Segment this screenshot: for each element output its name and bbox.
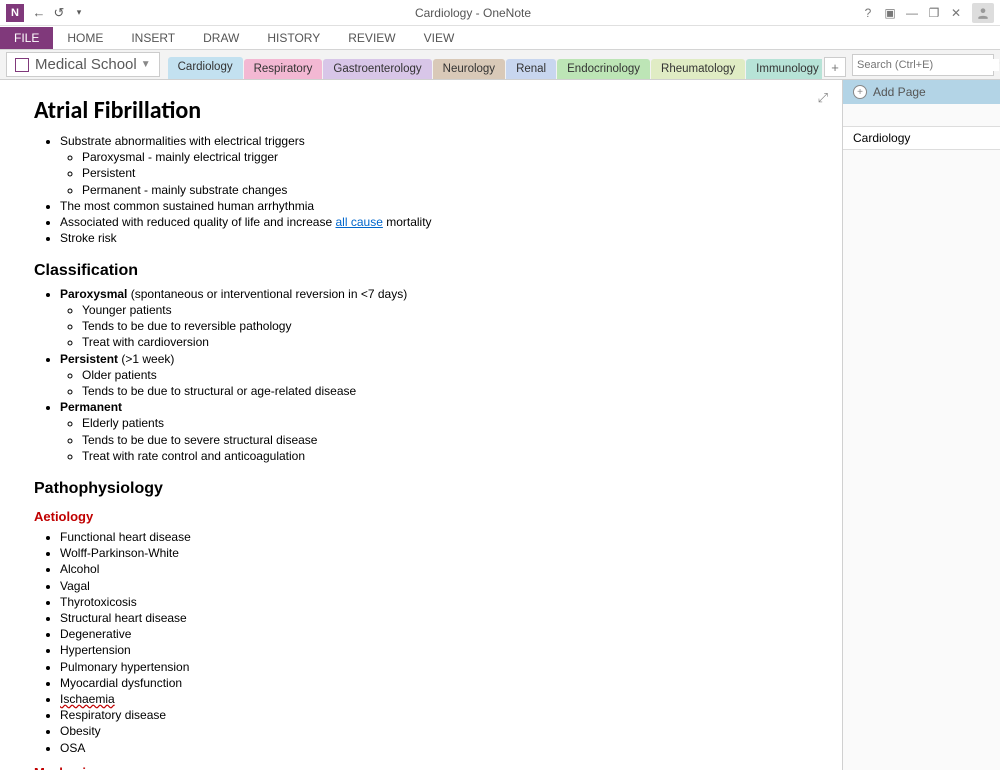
workspace: ⤢ Atrial Fibrillation Substrate abnormal… — [0, 80, 1000, 770]
note-text: The most common sustained human arrhythm… — [60, 198, 814, 214]
section-tab-gastroenterology[interactable]: Gastroenterology — [323, 59, 431, 79]
title-bar: N ← ↺ ▾ Cardiology - OneNote ? ▣ — ❐ ✕ — [0, 0, 1000, 26]
section-tab-rheumatology[interactable]: Rheumatology — [651, 59, 745, 79]
note-text: Persistent (>1 week) Older patients Tend… — [60, 351, 814, 400]
note-text: Obesity — [60, 723, 814, 739]
add-page-button[interactable]: + Add Page — [843, 80, 1000, 104]
note-text: Younger patients — [82, 302, 814, 318]
heading-mechanisms: Mechanisms — [34, 764, 814, 770]
back-button[interactable]: ← — [30, 4, 48, 22]
ribbon-tab-history[interactable]: HISTORY — [253, 27, 334, 49]
window-title: Cardiology - OneNote — [90, 6, 856, 20]
note-text: Permanent - mainly substrate changes — [82, 182, 814, 198]
notebook-bar: Medical School ▼ Cardiology Respiratory … — [0, 50, 1000, 80]
section-tab-respiratory[interactable]: Respiratory — [244, 59, 323, 79]
close-button[interactable]: ✕ — [946, 4, 966, 22]
ribbon-tab-draw[interactable]: DRAW — [189, 27, 253, 49]
plus-icon: + — [853, 85, 867, 99]
note-text: Substrate abnormalities with electrical … — [60, 134, 305, 148]
expand-icon[interactable]: ⤢ — [818, 90, 828, 106]
note-text: Alcohol — [60, 561, 814, 577]
notebook-name: Medical School — [35, 56, 137, 73]
chevron-down-icon: ▼ — [141, 59, 151, 70]
page-title[interactable]: Atrial Fibrillation — [34, 96, 814, 125]
fullscreen-button[interactable]: ▣ — [880, 4, 900, 22]
note-text: Tends to be due to structural or age-rel… — [82, 383, 814, 399]
ribbon-tab-insert[interactable]: INSERT — [117, 27, 189, 49]
heading-pathophysiology: Pathophysiology — [34, 478, 814, 500]
add-section-button[interactable]: + — [824, 57, 846, 77]
section-tab-endocrinology[interactable]: Endocrinology — [557, 59, 650, 79]
note-text: Paroxysmal (spontaneous or interventiona… — [60, 286, 814, 351]
ribbon: FILE HOME INSERT DRAW HISTORY REVIEW VIE… — [0, 26, 1000, 50]
pages-sidebar: + Add Page Cardiology — [842, 80, 1000, 770]
note-text: Structural heart disease — [60, 610, 814, 626]
help-button[interactable]: ? — [858, 4, 878, 22]
minimize-button[interactable]: — — [902, 4, 922, 22]
note-text: Thyrotoxicosis — [60, 594, 814, 610]
restore-button[interactable]: ❐ — [924, 4, 944, 22]
ribbon-tab-view[interactable]: VIEW — [410, 27, 469, 49]
ribbon-tab-home[interactable]: HOME — [53, 27, 117, 49]
note-text: Vagal — [60, 578, 814, 594]
note-text: OSA — [60, 740, 814, 756]
note-text: Tends to be due to severe structural dis… — [82, 432, 814, 448]
note-text: Older patients — [82, 367, 814, 383]
note-text: Respiratory disease — [60, 707, 814, 723]
search-box[interactable]: 🔍 ▼ — [852, 54, 994, 76]
section-tab-neurology[interactable]: Neurology — [433, 59, 505, 79]
note-text: Elderly patients — [82, 415, 814, 431]
section-tabs: Cardiology Respiratory Gastroenterology … — [168, 57, 822, 79]
note-text: Persistent — [82, 165, 814, 181]
note-text: Myocardial dysfunction — [60, 675, 814, 691]
ribbon-tab-file[interactable]: FILE — [0, 27, 53, 49]
note-text: Treat with rate control and anticoagulat… — [82, 448, 814, 464]
page-area[interactable]: ⤢ Atrial Fibrillation Substrate abnormal… — [0, 80, 842, 770]
note-text: Degenerative — [60, 626, 814, 642]
ribbon-tab-review[interactable]: REVIEW — [334, 27, 409, 49]
user-avatar[interactable] — [972, 3, 994, 23]
note-text: Stroke risk — [60, 230, 814, 246]
note-text: Paroxysmal - mainly electrical trigger — [82, 149, 814, 165]
heading-classification: Classification — [34, 260, 814, 282]
section-tab-immunology[interactable]: Immunology — [746, 59, 822, 79]
undo-button[interactable]: ↺ — [50, 4, 68, 22]
note-text: Pulmonary hypertension — [60, 659, 814, 675]
note-text: Wolff-Parkinson-White — [60, 545, 814, 561]
note-text: Hypertension — [60, 642, 814, 658]
notebook-icon — [15, 58, 29, 72]
note-text: Treat with cardioversion — [82, 334, 814, 350]
note-text: Permanent Elderly patients Tends to be d… — [60, 399, 814, 464]
note-text: Tends to be due to reversible pathology — [82, 318, 814, 334]
note-text: Associated with reduced quality of life … — [60, 214, 814, 230]
app-icon: N — [6, 4, 24, 22]
note-text: Ischaemia — [60, 691, 814, 707]
note-text: Functional heart disease — [60, 529, 814, 545]
heading-aetiology: Aetiology — [34, 508, 814, 526]
add-page-label: Add Page — [873, 85, 926, 99]
section-tab-renal[interactable]: Renal — [506, 59, 556, 79]
notebook-selector[interactable]: Medical School ▼ — [6, 52, 160, 77]
note-body[interactable]: Substrate abnormalities with electrical … — [34, 133, 814, 770]
search-input[interactable] — [857, 59, 999, 71]
page-list-item[interactable]: Cardiology — [843, 126, 1000, 150]
section-tab-cardiology[interactable]: Cardiology — [168, 57, 243, 79]
qat-dropdown[interactable]: ▾ — [70, 4, 88, 22]
